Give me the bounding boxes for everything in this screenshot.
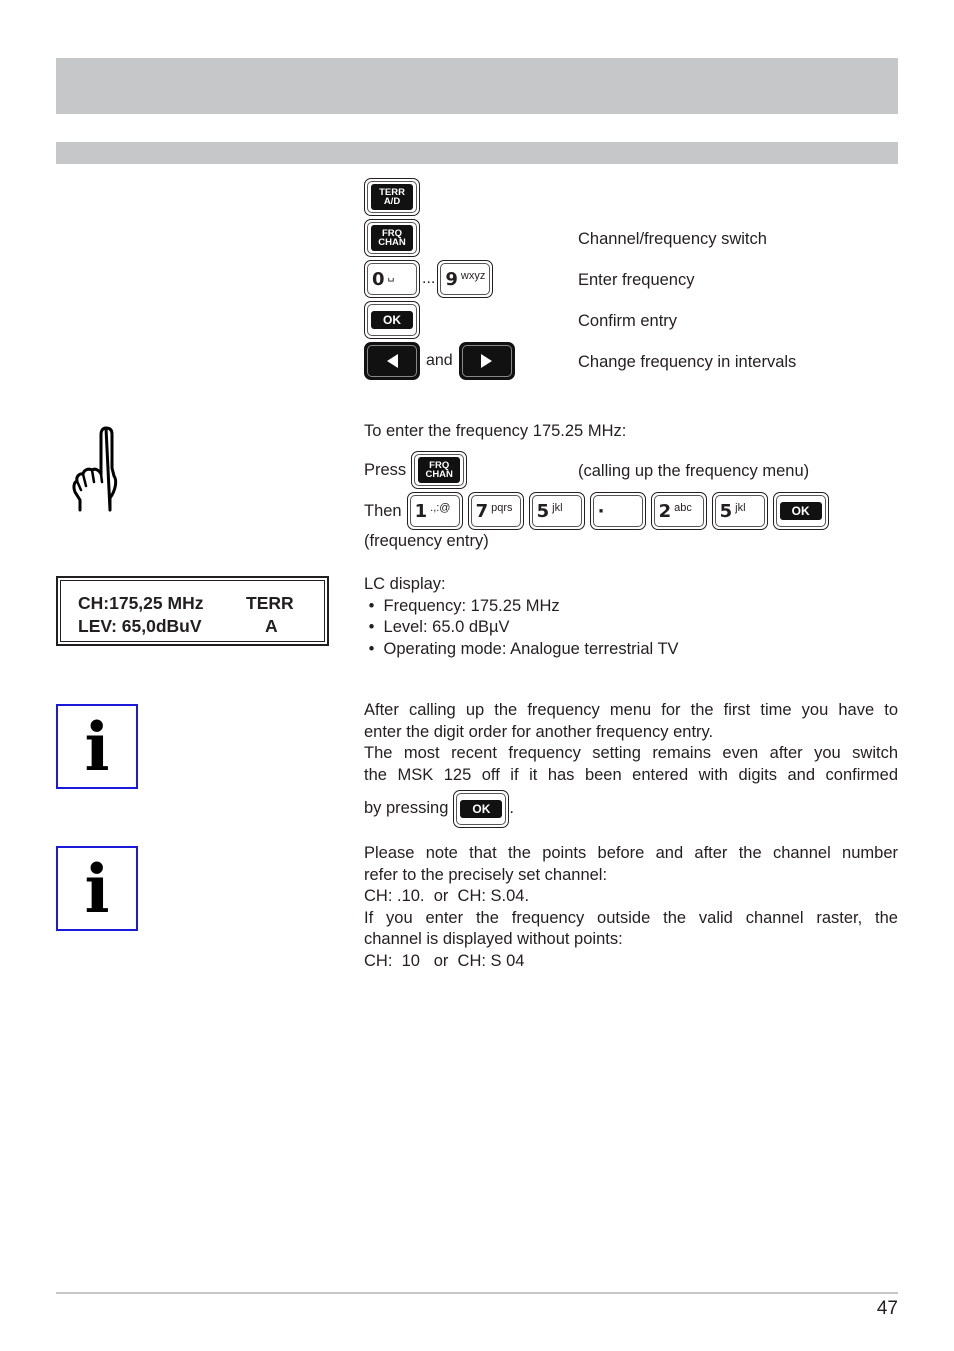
lcd-description-title: LC display: [364,575,446,593]
press-label: Press [364,460,407,479]
ok-key[interactable]: OK [364,301,420,339]
lcd-frequency: CH:175,25 MHz [78,593,204,613]
entry-ok-key[interactable]: OK [772,492,829,530]
dots-separator: ... [422,270,436,287]
entry-key-1[interactable]: 1 .,:@ [406,492,463,530]
ok-key-inline[interactable]: OK [453,790,510,828]
legend-desc-frq: Channel/frequency switch [578,230,767,248]
lcd-description: LC display: • Frequency: 175.25 MHz • Le… [364,574,898,660]
example-press-row: Press FRQ CHAN [364,451,468,489]
frq-chan-key-example[interactable]: FRQ CHAN [411,451,468,489]
legend-row-ok: OK [364,301,420,339]
info-glyph: i [84,707,110,786]
terr-ad-key[interactable]: TERR A/D [364,178,420,216]
lcd-display: CH:175,25 MHz TERR LEV: 65,0dBuV A [56,576,329,646]
entry-key-dot[interactable]: · [589,492,646,530]
entry-key-main: 5 [719,500,733,522]
left-arrow-icon [386,354,398,368]
page-number: 47 [876,1298,898,1319]
entry-key-sub: .,:@ [430,501,451,514]
frq-chan-key[interactable]: FRQ CHAN [364,219,420,257]
terr-key-label-bottom: A/D [383,196,401,207]
entry-key-5b[interactable]: 5 jkl [711,492,768,530]
digit-9-label: 9 [445,268,458,290]
left-arrow-key[interactable] [364,342,420,380]
frq-key-label-bottom: CHAN [378,237,406,248]
frq-key-label-bottom: CHAN [425,469,453,480]
digit-0-sub: ␣ [387,269,395,282]
info-icon: i [56,846,138,931]
lcd-bullet: • Level: 65.0 dBµV [364,618,510,636]
lcd-bullet-text: Level: 65.0 dBµV [383,618,510,636]
digit-0-label: 0 [372,268,385,290]
entry-key-main: 5 [536,500,550,522]
lcd-level: LEV: 65,0dBuV [78,616,202,636]
subheader-bar [56,142,898,164]
note-2-line: Please note that the points before and a… [364,844,898,862]
info-glyph: i [84,849,110,928]
digit-9-key[interactable]: 9 wxyz [437,260,494,298]
entry-key-main: 1 [414,500,428,522]
right-arrow-icon [481,354,493,368]
legend-row-digits: 0 ␣ ... 9 wxyz [364,260,494,298]
entry-key-sub: abc [674,501,692,514]
note-1-line: the MSK 125 off if it has been entered w… [364,765,898,784]
entry-key-main: · [597,500,605,522]
lcd-bullet-text: Frequency: 175.25 MHz [383,596,560,615]
right-arrow-key[interactable] [458,342,515,380]
lcd-mode: TERR [246,593,294,613]
note-2-line: If you enter the frequency outside the v… [364,908,898,927]
header-bar [56,58,898,114]
ok-key-label: OK [460,800,503,818]
note-1-line: enter the digit order for another freque… [364,722,714,741]
entry-key-main: 2 [658,500,672,522]
entry-key-7[interactable]: 7 pqrs [467,492,524,530]
digit-9-sub: wxyz [460,269,486,282]
note-1-period: . [509,799,514,818]
press-note: (calling up the frequency menu) [578,462,810,480]
entry-note: (frequency entry) [364,532,489,550]
ok-key-label: OK [371,311,413,329]
lcd-bullet: • Frequency: 175.25 MHz [364,596,560,615]
legend-row-arrows: and [364,342,515,380]
pointing-hand-icon [72,424,124,517]
info-icon: i [56,704,138,789]
note-1-line: The most recent frequency setting remain… [364,744,898,762]
legend-row-terr: TERR A/D [364,178,420,216]
then-label: Then [364,501,402,520]
entry-key-2[interactable]: 2 abc [650,492,707,530]
note-2-line: CH: .10. or CH: S.04. [364,887,530,905]
note-1: After calling up the frequency menu for … [364,700,898,828]
legend-desc-digits: Enter frequency [578,271,695,289]
lcd-bullet: • Operating mode: Analogue terrestrial T… [364,639,679,658]
note-1-line: by pressing [364,799,449,818]
note-2-line: CH: 10 or CH: S 04 [364,951,525,970]
digit-0-key[interactable]: 0 ␣ [364,260,420,298]
entry-key-sub: jkl [735,501,746,514]
entry-key-main: 7 [475,500,489,522]
and-separator: and [426,352,453,369]
example-intro: To enter the frequency 175.25 MHz: [364,422,627,440]
legend-desc-ok: Confirm entry [578,312,678,330]
note-2: Please note that the points before and a… [364,843,898,972]
entry-key-5[interactable]: 5 jkl [528,492,585,530]
entry-key-sub: pqrs [491,501,513,514]
legend-desc-arrows: Change frequency in intervals [578,353,797,371]
example-then-row: Then 1 .,:@ 7 pqrs 5 jkl · 2 abc 5 jkl OK [364,492,829,530]
entry-key-sub: jkl [552,501,563,514]
lcd-bullet-text: Operating mode: Analogue terrestrial TV [383,639,679,658]
note-2-line: channel is displayed without points: [364,930,623,948]
legend-row-frq: FRQ CHAN [364,219,420,257]
note-1-line: After calling up the frequency menu for … [364,701,898,719]
lcd-submode: A [265,616,278,636]
note-2-line: refer to the precisely set channel: [364,865,608,884]
ok-key-label: OK [779,502,822,520]
footer-rule [56,1292,898,1294]
